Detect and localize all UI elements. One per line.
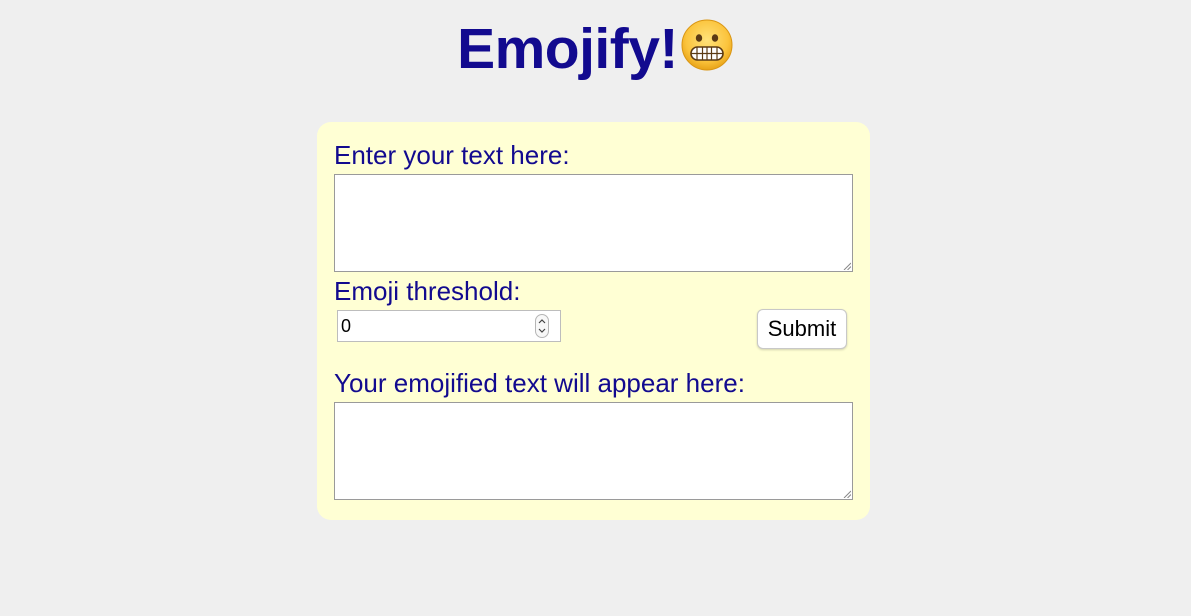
stepper-arrows[interactable] [535,314,549,338]
resize-grip-icon[interactable] [843,262,851,270]
header: Emojify! [0,14,1191,84]
output-textarea-wrap [334,402,853,500]
output-label: Your emojified text will appear here: [334,368,745,398]
output-textarea[interactable] [334,402,853,500]
submit-button[interactable]: Submit [757,309,847,349]
threshold-label: Emoji threshold: [334,276,521,306]
grimacing-face-icon [681,19,733,71]
stepper-up-down-icon[interactable] [536,315,548,337]
page-title: Emojify! [457,17,678,81]
input-label: Enter your text here: [334,140,570,170]
threshold-stepper[interactable] [337,310,561,342]
threshold-input[interactable] [341,313,521,339]
emojify-form-card: Enter your text here: Emoji threshold: S… [317,122,870,520]
input-textarea[interactable] [334,174,853,272]
resize-grip-icon[interactable] [843,490,851,498]
input-textarea-wrap [334,174,853,272]
